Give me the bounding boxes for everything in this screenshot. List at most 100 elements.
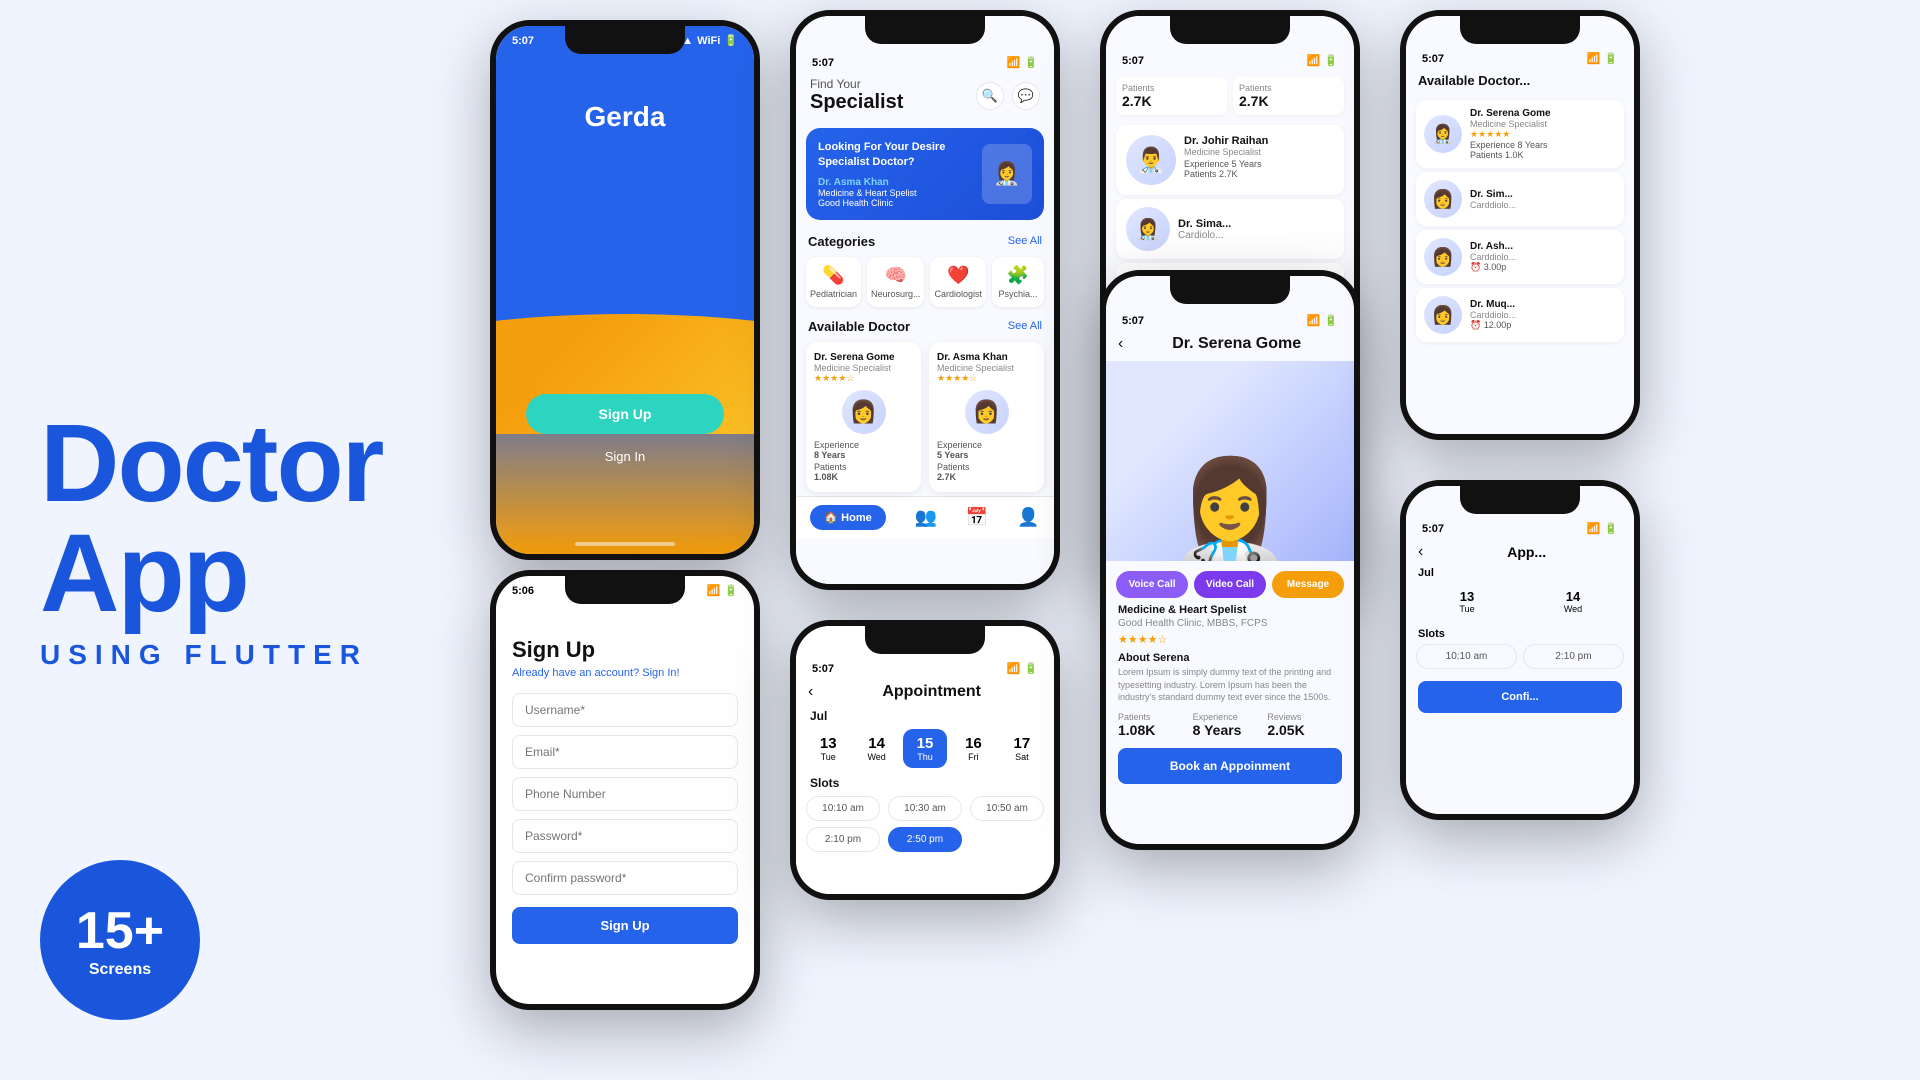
main-title: Doctor App — [40, 409, 440, 629]
book-appointment-btn[interactable]: Book an Appoinment — [1118, 748, 1342, 784]
cardio-icon: ❤️ — [947, 265, 969, 286]
available-see-all[interactable]: See All — [1008, 320, 1042, 332]
phone-notch-5 — [1170, 16, 1290, 44]
patients-box-2: Patients 2.7K — [1233, 77, 1344, 115]
date-17[interactable]: 17Sat — [1000, 729, 1044, 768]
username-field[interactable] — [512, 693, 738, 727]
phone-field[interactable] — [512, 777, 738, 811]
profile-rating: ★★★★☆ — [1106, 633, 1354, 652]
phone-notch-7 — [1460, 16, 1580, 44]
signup-button[interactable]: Sign Up — [526, 394, 724, 434]
gerda-app-name: Gerda — [496, 51, 754, 133]
psych-icon: 🧩 — [1007, 265, 1029, 286]
slot-10-30[interactable]: 10:30 am — [888, 796, 962, 821]
appt-header: ‹ Appointment — [796, 679, 1054, 709]
neuro-icon: 🧠 — [885, 265, 907, 286]
using-flutter-label: USING FLUTTER — [40, 639, 440, 671]
left-section: Doctor App USING FLUTTER 15+ Screens — [0, 0, 480, 1080]
doc-card-serena[interactable]: Dr. Serena Gome Medicine Specialist ★★★★… — [806, 342, 921, 492]
message-btn[interactable]: Message — [1272, 571, 1344, 598]
confirm-date-13[interactable]: 13Tue — [1416, 583, 1518, 620]
email-field[interactable] — [512, 735, 738, 769]
avail-item-sima[interactable]: 👩 Dr. Sim... Carddiolo... — [1416, 172, 1624, 226]
confirm-button[interactable]: Confi... — [1418, 681, 1622, 713]
phone-notch-4 — [865, 626, 985, 654]
search-icon[interactable]: 🔍 — [976, 82, 1004, 110]
date-13[interactable]: 13Tue — [806, 729, 850, 768]
date-16[interactable]: 16Fri — [951, 729, 995, 768]
avail-item-muq[interactable]: 👩 Dr. Muq... Carddiolo... ⏰ 12.00p — [1416, 288, 1624, 342]
phone-notch — [565, 26, 685, 54]
phone-appointment-confirm: 5:07 📶🔋 ‹ App... Jul 13Tue 14Wed Slots 1… — [1400, 480, 1640, 820]
status-bar-5: 5:07 📶🔋 — [1106, 46, 1354, 71]
avail-avatar-serena: 👩‍⚕️ — [1424, 115, 1462, 153]
doctor-figure: 👩‍⚕️ — [1168, 454, 1293, 561]
banner-card: Looking For Your DesireSpecialist Doctor… — [806, 128, 1044, 220]
edge-fade — [1860, 0, 1920, 1080]
confirm-month: Jul — [1406, 567, 1634, 583]
nav-people[interactable]: 👥 — [915, 507, 937, 528]
nav-home[interactable]: 🏠 Home — [810, 505, 885, 530]
back-button[interactable]: ‹ — [808, 683, 813, 701]
doc-card-asma[interactable]: Dr. Asma Khan Medicine Specialist ★★★★☆ … — [929, 342, 1044, 492]
nav-profile[interactable]: 👤 — [1017, 507, 1039, 528]
phone-find-specialist: 5:07 📶🔋 Find Your Specialist 🔍 💬 Looking… — [790, 10, 1060, 590]
cat-pediatrician[interactable]: 💊 Pediatrician — [806, 257, 861, 307]
date-14[interactable]: 14Wed — [854, 729, 898, 768]
cat-psych[interactable]: 🧩 Psychia... — [992, 257, 1044, 307]
avail-avatar-ashl: 👩 — [1424, 238, 1462, 276]
bottom-nav-3: 🏠 Home 👥 📅 👤 — [796, 496, 1054, 538]
slot-10-10[interactable]: 10:10 am — [806, 796, 880, 821]
form-subtitle: Already have an account? Sign In! — [512, 667, 738, 679]
signup-screen: 5:06 📶 🔋 Sign Up Already have an account… — [496, 576, 754, 1004]
doc-avatar-asma: 👩 — [965, 390, 1009, 434]
categories-header: Categories See All — [796, 226, 1054, 253]
confirm-password-field[interactable] — [512, 861, 738, 895]
slots-row-2: 2:10 pm 2:50 pm — [796, 827, 1054, 858]
back-button-6[interactable]: ‹ — [1118, 335, 1123, 353]
screens-badge: 15+ Screens — [40, 860, 200, 1020]
slot-2-50[interactable]: 2:50 pm — [888, 827, 962, 852]
avail-item-ashl[interactable]: 👩 Dr. Ash... Carddiolo... ⏰ 3.00p — [1416, 230, 1624, 284]
phone-serena-profile: 5:07 📶🔋 ‹ Dr. Serena Gome 👩‍⚕️ Voice Cal… — [1100, 270, 1360, 850]
confirm-date-14[interactable]: 14Wed — [1522, 583, 1624, 620]
avail-item-serena[interactable]: 👩‍⚕️ Dr. Serena Gome Medicine Specialist… — [1416, 100, 1624, 168]
categories-see-all[interactable]: See All — [1008, 235, 1042, 247]
signin-link[interactable]: Sign In — [496, 449, 754, 464]
confirm-title: App... — [1431, 544, 1622, 560]
status-bar-3: 5:07 📶🔋 — [796, 48, 1054, 73]
cat-cardio[interactable]: ❤️ Cardiologist — [930, 257, 986, 307]
message-icon[interactable]: 💬 — [1012, 82, 1040, 110]
doc-avatar-1: 👩‍⚕️ — [1126, 207, 1170, 251]
date-15[interactable]: 15Thu — [903, 729, 947, 768]
johir-profile-card[interactable]: 👨‍⚕️ Dr. Johir Raihan Medicine Specialis… — [1116, 125, 1344, 195]
slot-2-10[interactable]: 2:10 pm — [806, 827, 880, 852]
available-doctors-title: Available Doctor... — [1406, 69, 1634, 96]
nav-calendar[interactable]: 📅 — [966, 507, 988, 528]
cat-neuro[interactable]: 🧠 Neurosurg... — [867, 257, 924, 307]
month-label: Jul — [796, 709, 1054, 729]
phone-notch-8 — [1460, 486, 1580, 514]
confirm-header: ‹ App... — [1406, 539, 1634, 567]
password-field[interactable] — [512, 819, 738, 853]
slot-10-50[interactable]: 10:50 am — [970, 796, 1044, 821]
banner-detail: Medicine & Heart SpelistGood Health Clin… — [818, 188, 945, 208]
video-call-btn[interactable]: Video Call — [1194, 571, 1266, 598]
patients-box-1: Patients 2.7K — [1116, 77, 1227, 115]
confirm-slot-1[interactable]: 10:10 am — [1416, 644, 1517, 669]
voice-call-btn[interactable]: Voice Call — [1116, 571, 1188, 598]
phone-notch-6 — [1170, 276, 1290, 304]
about-text: Lorem Ipsum is simply dummy text of the … — [1106, 666, 1354, 712]
slots-row-1: 10:10 am 10:30 am 10:50 am — [796, 796, 1054, 827]
back-button-8[interactable]: ‹ — [1418, 543, 1423, 561]
confirm-dates: 13Tue 14Wed — [1406, 583, 1634, 628]
find-header: Find Your Specialist 🔍 💬 — [796, 73, 1054, 122]
doc-list-item-1[interactable]: 👩‍⚕️ Dr. Sima... Cardiolo... — [1116, 199, 1344, 259]
profile-stats: Patients 1.08K Experience 8 Years Review… — [1106, 712, 1354, 748]
appointment-screen: 5:07 📶🔋 ‹ Appointment Jul 13Tue 14Wed 15… — [796, 626, 1054, 894]
rating-stars: ★★★★☆ — [814, 373, 913, 384]
profile-doctor-name: Dr. Serena Gome — [1131, 335, 1342, 353]
form-signup-button[interactable]: Sign Up — [512, 907, 738, 944]
confirm-slot-2[interactable]: 2:10 pm — [1523, 644, 1624, 669]
confirm-appointment-screen: 5:07 📶🔋 ‹ App... Jul 13Tue 14Wed Slots 1… — [1406, 486, 1634, 814]
